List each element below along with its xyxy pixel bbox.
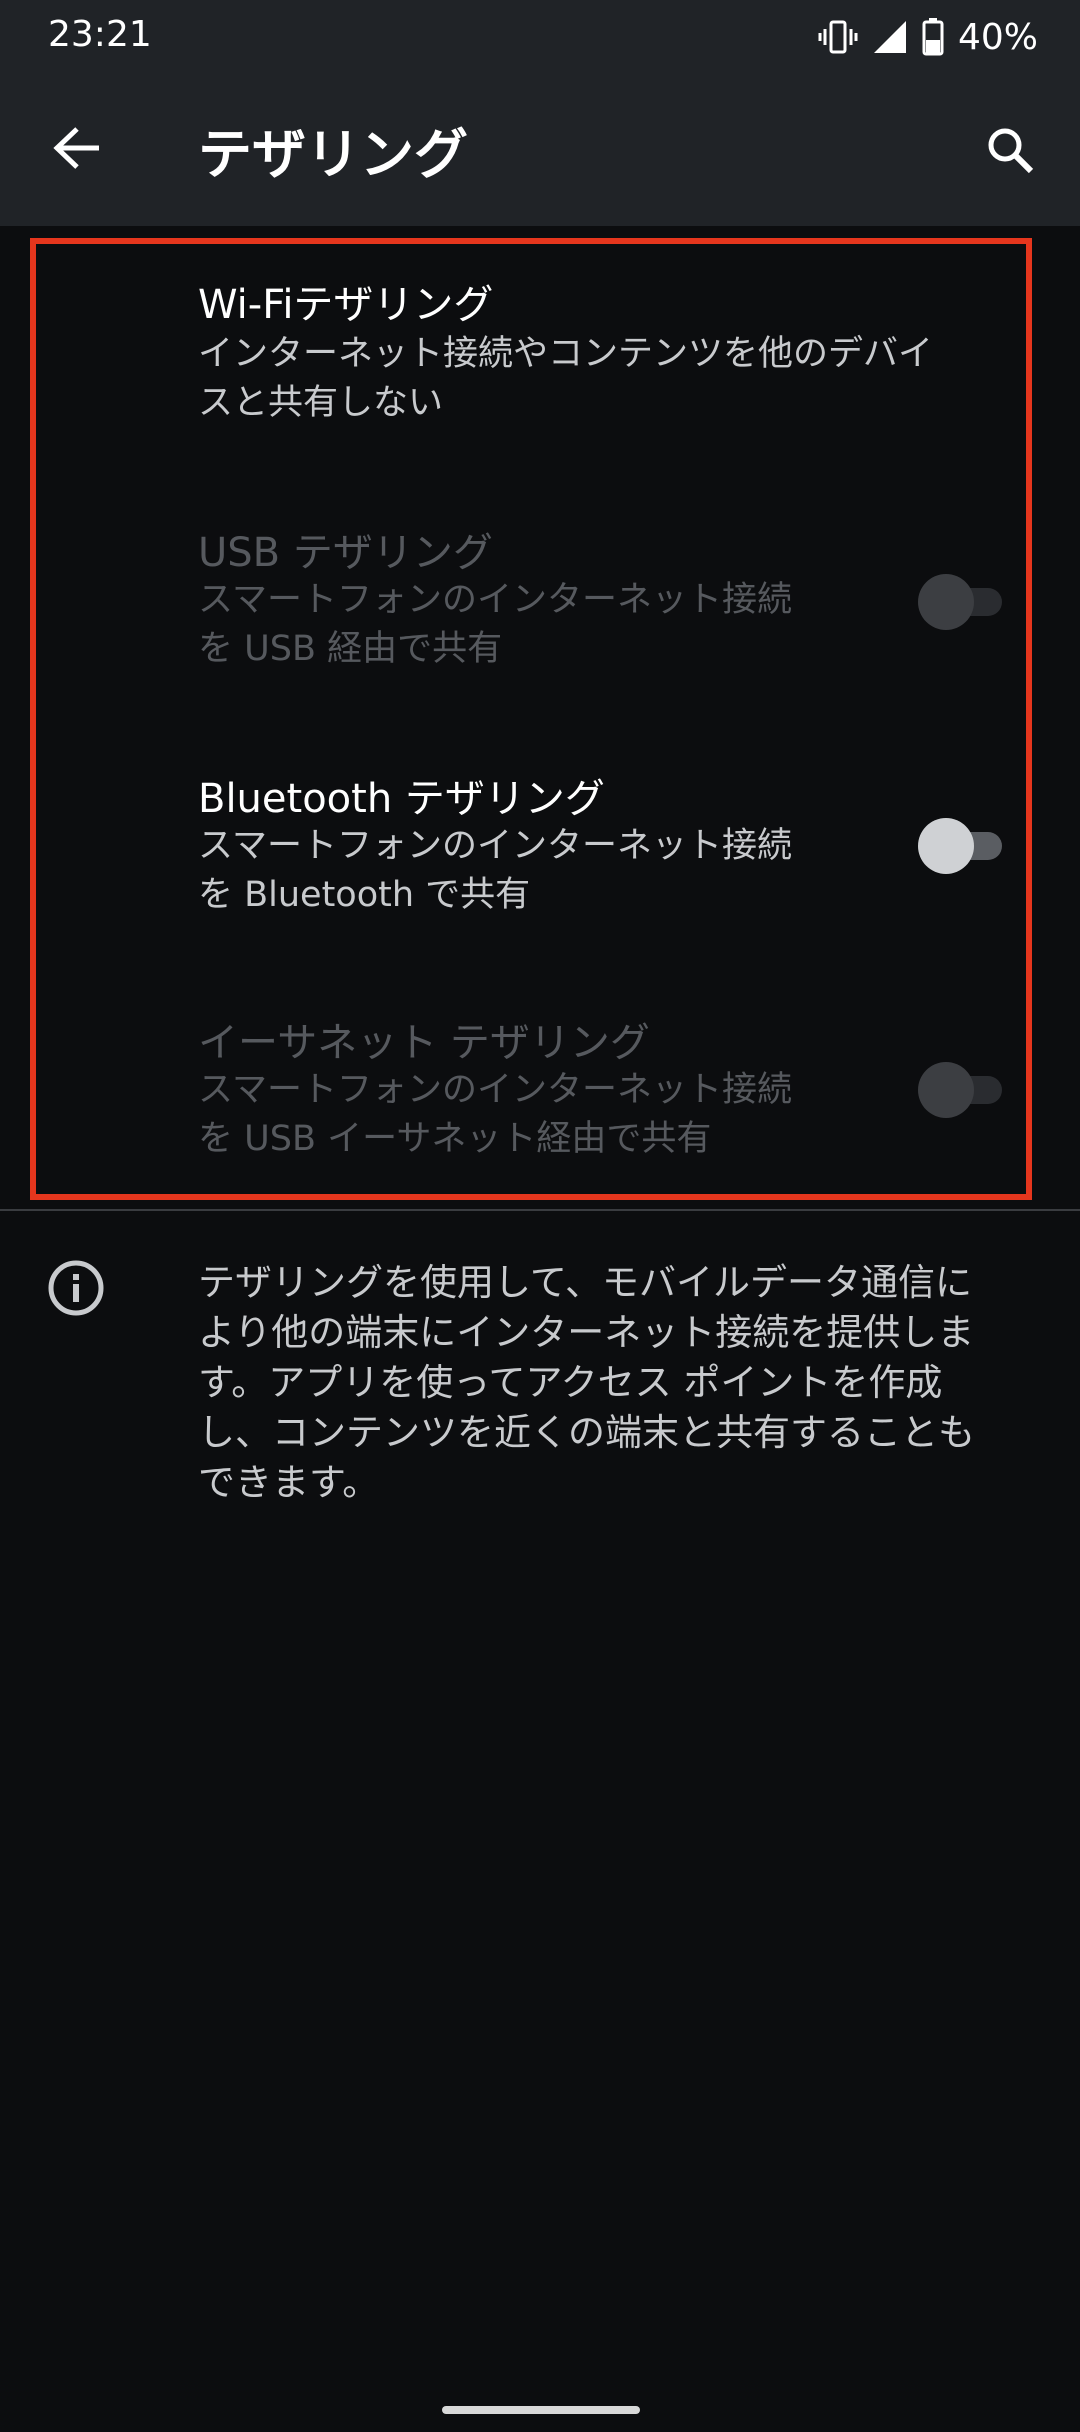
status-icons: 40% <box>818 14 1038 60</box>
ethernet-tethering-item: イーサネット テザリング スマートフォンのインターネット接続 を USB イーサ… <box>0 998 1080 1188</box>
bluetooth-tethering-summary: スマートフォンのインターネット接続 を Bluetooth で共有 <box>198 822 792 920</box>
summary-line: を USB イーサネット経由で共有 <box>198 1119 712 1159</box>
vibrate-icon <box>818 19 858 55</box>
toggle-thumb <box>918 574 974 630</box>
bluetooth-tethering-item[interactable]: Bluetooth テザリング スマートフォンのインターネット接続 を Blue… <box>0 754 1080 944</box>
tethering-settings-screen: 23:21 40% テザリング Wi-Fiテザリング インターネット接続やコンテ… <box>0 0 1080 2432</box>
info-line: テザリングを使用して、モバイルデータ通信に <box>198 1261 973 1304</box>
summary-line: スと共有しない <box>198 383 444 423</box>
toggle-thumb <box>918 818 974 874</box>
ethernet-tethering-title: イーサネット テザリング <box>198 1020 650 1066</box>
wifi-tethering-title: Wi-Fiテザリング <box>198 282 494 328</box>
summary-line: スマートフォンのインターネット接続 <box>198 580 792 620</box>
arrow-back-icon <box>53 126 103 174</box>
usb-tethering-summary: スマートフォンのインターネット接続 を USB 経由で共有 <box>198 576 792 674</box>
usb-tethering-toggle <box>918 574 1004 630</box>
page-title: テザリング <box>198 123 468 186</box>
gesture-home-bar[interactable] <box>442 2406 640 2414</box>
summary-line: インターネット接続やコンテンツを他のデバイ <box>198 334 934 374</box>
info-line: より他の端末にインターネット接続を提供しま <box>198 1311 975 1354</box>
search-button[interactable] <box>970 112 1050 192</box>
info-footer-text: テザリングを使用して、モバイルデータ通信に より他の端末にインターネット接続を提… <box>198 1258 1028 1508</box>
bluetooth-tethering-title: Bluetooth テザリング <box>198 776 605 822</box>
summary-line: スマートフォンのインターネット接続 <box>198 1070 792 1110</box>
wifi-tethering-summary: インターネット接続やコンテンツを他のデバイ スと共有しない <box>198 330 933 428</box>
info-line: し、コンテンツを近くの端末と共有することも <box>198 1411 975 1454</box>
summary-line: スマートフォンのインターネット接続 <box>198 826 792 866</box>
usb-tethering-title: USB テザリング <box>198 530 493 576</box>
summary-line: を USB 経由で共有 <box>198 629 503 669</box>
battery-percent: 40% <box>957 16 1038 58</box>
status-time: 23:21 <box>48 14 152 55</box>
search-icon <box>985 125 1035 179</box>
section-divider <box>0 1209 1080 1211</box>
wifi-tethering-item[interactable]: Wi-Fiテザリング インターネット接続やコンテンツを他のデバイ スと共有しない <box>0 262 1080 462</box>
info-line: できます。 <box>198 1461 380 1504</box>
ethernet-tethering-summary: スマートフォンのインターネット接続 を USB イーサネット経由で共有 <box>198 1066 792 1164</box>
ethernet-tethering-toggle <box>918 1062 1004 1118</box>
signal-icon <box>872 19 908 55</box>
toggle-thumb <box>918 1062 974 1118</box>
info-line: す。アプリを使ってアクセス ポイントを作成 <box>198 1361 943 1404</box>
usb-tethering-item: USB テザリング スマートフォンのインターネット接続 を USB 経由で共有 <box>0 508 1080 698</box>
app-header: 23:21 40% テザリング <box>0 0 1080 226</box>
bluetooth-tethering-toggle[interactable] <box>918 818 1004 874</box>
battery-icon <box>922 18 944 56</box>
info-icon <box>46 1258 106 1318</box>
summary-line: を Bluetooth で共有 <box>198 875 531 915</box>
back-button[interactable] <box>40 112 116 188</box>
